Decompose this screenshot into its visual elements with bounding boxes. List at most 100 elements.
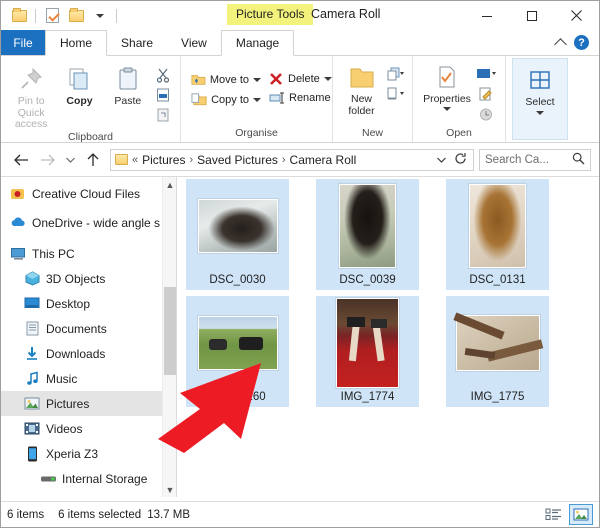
file-item[interactable]: DSC_0260	[186, 296, 289, 407]
sidebar-item-this-pc[interactable]: This PC	[1, 241, 176, 266]
pin-to-quick-access-label-2: access	[14, 118, 48, 131]
tab-view[interactable]: View	[167, 30, 221, 55]
delete-button[interactable]: Delete	[265, 70, 336, 88]
search-input[interactable]: Search Ca...	[479, 148, 591, 171]
sidebar-item-3d-objects[interactable]: 3D Objects	[1, 266, 176, 291]
new-folder-button[interactable]: New folder	[339, 62, 384, 117]
details-view-button[interactable]	[541, 504, 565, 525]
breadcrumb-overflow[interactable]: «	[131, 154, 139, 166]
help-icon[interactable]: ?	[574, 35, 589, 50]
breadcrumb-camera-roll[interactable]: Camera Roll	[287, 153, 360, 167]
recent-locations-icon[interactable]	[61, 148, 79, 172]
scrollbar-thumb[interactable]	[164, 287, 176, 375]
this-pc-icon	[9, 246, 27, 262]
refresh-icon[interactable]	[454, 152, 467, 168]
sidebar-item-xperia-z3[interactable]: Xperia Z3	[1, 441, 176, 466]
cut-icon[interactable]	[152, 66, 174, 83]
forward-arrow-icon[interactable]	[35, 148, 59, 172]
select-button[interactable]: Select	[519, 67, 561, 115]
ribbon-group-label-open: Open	[446, 127, 472, 139]
3d-objects-icon	[23, 271, 41, 287]
move-to-icon	[191, 75, 206, 85]
chevron-down-icon[interactable]	[253, 97, 261, 102]
tab-file[interactable]: File	[1, 30, 45, 55]
sidebar-item-videos[interactable]: Videos	[1, 416, 176, 441]
paste-shortcut-icon[interactable]	[152, 106, 174, 123]
paste-button[interactable]: Paste	[104, 62, 152, 108]
up-arrow-icon[interactable]	[81, 148, 105, 172]
address-path-box[interactable]: « Pictures › Saved Pictures › Camera Rol…	[110, 148, 474, 171]
onedrive-icon	[9, 215, 27, 231]
pin-to-quick-access-button[interactable]: Pin to Quick access	[7, 62, 55, 131]
tab-manage[interactable]: Manage	[220, 30, 295, 56]
tab-home[interactable]: Home	[45, 30, 108, 56]
thumbnail-wrap	[186, 179, 289, 272]
file-item[interactable]: DSC_0131	[446, 179, 549, 290]
sidebar-item-onedrive[interactable]: OneDrive - wide angle s	[1, 210, 176, 235]
music-icon	[23, 371, 41, 387]
delete-label: Delete	[288, 73, 320, 85]
file-item[interactable]: IMG_1774	[316, 296, 419, 407]
minimize-button[interactable]	[464, 1, 509, 30]
file-item[interactable]: DSC_0030	[186, 179, 289, 290]
navigation-pane[interactable]: Creative Cloud Files OneDrive - wide ang…	[1, 177, 177, 497]
paste-label: Paste	[114, 95, 142, 107]
sidebar-item-documents[interactable]: Documents	[1, 316, 176, 341]
search-icon[interactable]	[572, 152, 585, 168]
edit-icon[interactable]	[475, 86, 497, 103]
sidebar-item-music[interactable]: Music	[1, 366, 176, 391]
sidebar-item-pictures[interactable]: Pictures	[1, 391, 176, 416]
sidebar-item-desktop[interactable]: Desktop	[1, 291, 176, 316]
chevron-down-icon[interactable]	[323, 77, 332, 81]
ribbon-tab-right-controls: ?	[554, 30, 599, 55]
close-button[interactable]	[554, 1, 599, 30]
file-name: IMG_1774	[340, 391, 395, 403]
move-to-button[interactable]: Move to	[187, 70, 265, 89]
rename-button[interactable]: Rename	[265, 89, 336, 107]
easy-access-icon[interactable]	[384, 86, 406, 103]
file-list-pane[interactable]: DSC_0030 DSC_0039 DSC_0131 DSC_0260 IMG_…	[177, 177, 599, 497]
thumbnail-image	[452, 312, 543, 371]
sidebar-item-label: Videos	[46, 421, 83, 436]
rename-label: Rename	[289, 92, 331, 104]
history-icon[interactable]	[475, 106, 497, 123]
file-explorer-window: Picture Tools Camera Roll File Home Shar…	[0, 0, 600, 528]
properties-button[interactable]: Properties	[419, 62, 475, 111]
sidebar-item-creative-cloud-files[interactable]: Creative Cloud Files	[1, 181, 176, 206]
address-bar-right	[436, 152, 469, 168]
maximize-button[interactable]	[509, 1, 554, 30]
scroll-up-icon[interactable]: ▲	[163, 177, 176, 193]
tab-share[interactable]: Share	[107, 30, 167, 55]
file-item[interactable]: IMG_1775	[446, 296, 549, 407]
sidebar-item-downloads[interactable]: Downloads	[1, 341, 176, 366]
sidebar-item-acer-c[interactable]: Acer (C:)	[1, 491, 176, 498]
new-folder-icon[interactable]	[66, 6, 86, 26]
chevron-up-icon[interactable]	[554, 37, 567, 51]
sidebar-scrollbar[interactable]: ▲ ▼	[162, 177, 176, 497]
new-item-icon[interactable]	[384, 66, 406, 83]
scroll-down-icon[interactable]: ▼	[163, 482, 176, 497]
chevron-down-icon[interactable]	[436, 153, 447, 167]
chevron-down-icon[interactable]	[536, 110, 544, 115]
back-arrow-icon[interactable]	[9, 148, 33, 172]
copy-path-icon[interactable]	[152, 86, 174, 103]
sidebar-item-label: Creative Cloud Files	[32, 186, 141, 201]
content-area: Creative Cloud Files OneDrive - wide ang…	[1, 176, 599, 497]
open-icon[interactable]	[475, 66, 497, 83]
chevron-down-icon[interactable]	[443, 106, 451, 111]
file-item[interactable]: DSC_0039	[316, 179, 419, 290]
folder-icon[interactable]	[9, 6, 29, 26]
large-icons-view-button[interactable]	[569, 504, 593, 525]
sidebar-item-label: Desktop	[46, 296, 91, 311]
file-name: IMG_1775	[470, 391, 525, 403]
properties-icon[interactable]	[42, 6, 62, 26]
chevron-down-icon[interactable]	[253, 77, 261, 82]
copy-to-button[interactable]: Copy to	[187, 90, 265, 109]
folder-icon	[115, 154, 128, 165]
copy-button[interactable]: Copy	[55, 62, 103, 108]
customize-caret-icon[interactable]	[90, 6, 110, 26]
sidebar-item-internal-storage[interactable]: Internal Storage	[1, 466, 176, 491]
breadcrumb-saved-pictures[interactable]: Saved Pictures	[194, 153, 281, 167]
breadcrumb-pictures[interactable]: Pictures	[139, 153, 188, 167]
ribbon-group-label-organise: Organise	[235, 127, 278, 139]
